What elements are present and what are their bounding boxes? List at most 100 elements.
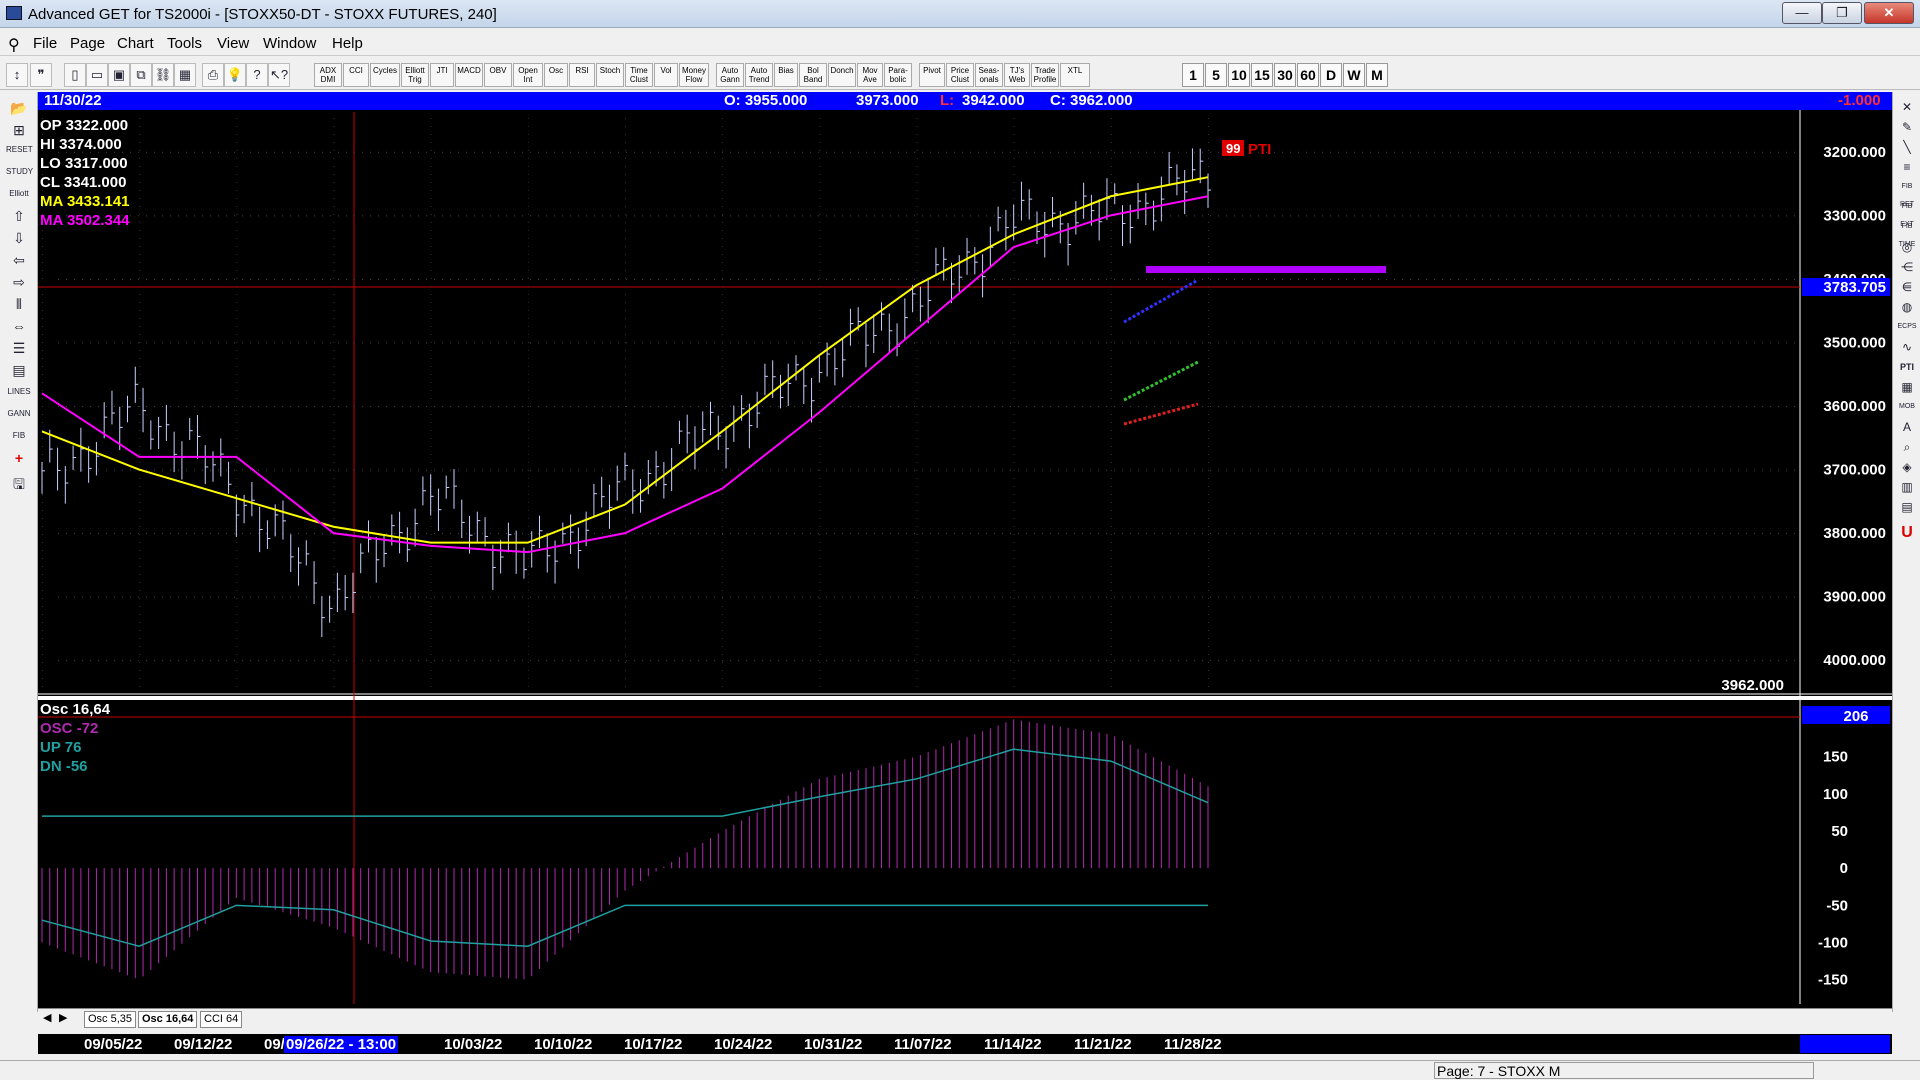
quote-icon[interactable]: ❞ (30, 63, 52, 87)
left-arrow-icon[interactable]: ⇦ (6, 250, 32, 270)
open-icon[interactable]: ▭ (86, 63, 108, 87)
context-help-icon[interactable]: ↖? (268, 63, 290, 87)
calc-icon[interactable]: ▥ (1896, 478, 1918, 496)
up-arrow-icon[interactable]: ⇧ (6, 206, 32, 226)
close-button[interactable]: ✕ (1864, 2, 1914, 24)
interval-button-15[interactable]: 15 (1251, 63, 1273, 87)
toolbar-button-cycles[interactable]: Cycles (370, 63, 400, 87)
toolbar-button-xtl[interactable]: XTL (1060, 63, 1090, 87)
interval-button-5[interactable]: 5 (1205, 63, 1227, 87)
tab-next-icon[interactable]: ▶ (56, 1011, 70, 1028)
toolbar-button-cci[interactable]: CCI (343, 63, 369, 87)
interval-button-w[interactable]: W (1343, 63, 1365, 87)
study-icon[interactable]: STUDY (6, 162, 33, 182)
multiline-icon[interactable]: ≡ (1896, 158, 1918, 176)
toolbar-button-para-bolic[interactable]: Para-bolic (884, 63, 912, 87)
chart-area[interactable]: 11/30/22 O: 3955.000 3973.000 L: 3942.00… (38, 92, 1892, 1012)
toolbar-button-adx-dmi[interactable]: ADX DMI (314, 63, 342, 87)
table-icon[interactable]: ▤ (6, 360, 32, 380)
tab-osc-5-35[interactable]: Osc 5,35 (84, 1011, 137, 1028)
wave-icon[interactable]: ∿ (1896, 338, 1918, 356)
toolbar-button-donch[interactable]: Donch (828, 63, 856, 87)
toolbar-button-seas-onals[interactable]: Seas-onals (975, 63, 1003, 87)
menu-view[interactable]: View (217, 35, 249, 52)
toolbar-button-open-int[interactable]: Open Int (513, 63, 543, 87)
toolbar-button-auto-trend[interactable]: Auto Trend (745, 63, 773, 87)
down-arrow-icon[interactable]: ⇩ (6, 228, 32, 248)
toolbar-button-rsi[interactable]: RSI (569, 63, 595, 87)
toolbar-button-elliott-trig[interactable]: Elliott Trig (401, 63, 429, 87)
toolbar-button-price-clust[interactable]: Price Clust (946, 63, 974, 87)
fib-icon[interactable]: FIB (6, 426, 32, 446)
interval-button-30[interactable]: 30 (1274, 63, 1296, 87)
help-icon[interactable]: ? (246, 63, 268, 87)
toolbar-button-osc[interactable]: Osc (544, 63, 568, 87)
toolbar-button-auto-gann[interactable]: Auto Gann (716, 63, 744, 87)
idea-icon[interactable]: 💡 (224, 63, 246, 87)
grid-icon[interactable]: ▦ (174, 63, 196, 87)
ellipse-tool-icon[interactable]: ◍ (1896, 298, 1918, 316)
minimize-button[interactable]: — (1782, 2, 1822, 24)
print-icon[interactable]: ⎙ (202, 63, 224, 87)
toolbar-button-stoch[interactable]: Stoch (596, 63, 624, 87)
menu-chart[interactable]: Chart (117, 35, 154, 52)
book-icon[interactable]: ▤ (1896, 498, 1918, 516)
toolbar-button-time-clust[interactable]: Time Clust (625, 63, 653, 87)
link-icon[interactable]: ⛓ (152, 63, 174, 87)
magnet-icon[interactable]: U (1896, 524, 1918, 542)
pti-icon[interactable]: PTI (1896, 358, 1918, 376)
new-page-icon[interactable]: ▯ (64, 63, 86, 87)
interval-button-1[interactable]: 1 (1182, 63, 1204, 87)
open-file-icon[interactable]: 📂 (6, 98, 32, 118)
toolbar-button-jti[interactable]: JTI (430, 63, 454, 87)
tab-cci-64[interactable]: CCI 64 (200, 1011, 243, 1028)
elliott-icon[interactable]: Elliott (6, 184, 32, 204)
zoom-icon[interactable]: ⇔ (6, 316, 32, 336)
toolbar-button-trade-profile[interactable]: Trade Profile (1031, 63, 1059, 87)
interval-button-10[interactable]: 10 (1228, 63, 1250, 87)
mob-icon[interactable]: MOB (1896, 398, 1918, 416)
magnify-icon[interactable]: ⌕ (1896, 438, 1918, 456)
close-tool-icon[interactable]: ✕ (1896, 98, 1918, 116)
channel-icon[interactable]: ⋹ (1896, 278, 1918, 296)
circle-tool-icon[interactable]: ◎ (1896, 238, 1918, 256)
toolbar-button-bias[interactable]: Bias (774, 63, 798, 87)
fib-ext-icon[interactable]: FIB EXT (1896, 198, 1918, 228)
copy-icon[interactable]: ⧉ (130, 63, 152, 87)
fib-time-icon[interactable]: FIB TIME (1896, 218, 1918, 248)
toolbar-button-macd[interactable]: MACD (455, 63, 483, 87)
line-tool-icon[interactable]: ╲ (1896, 138, 1918, 156)
save-icon[interactable]: ▣ (108, 63, 130, 87)
toolbar-button-bol-band[interactable]: Bol Band (799, 63, 827, 87)
right-arrow-icon[interactable]: ⇨ (6, 272, 32, 292)
bars-icon[interactable]: ⫴ (6, 294, 32, 314)
fan-icon[interactable]: ⋲ (1896, 258, 1918, 276)
toolbar-button-tj-s-web[interactable]: TJ's Web (1004, 63, 1030, 87)
toolbar-button-obv[interactable]: OBV (484, 63, 512, 87)
crosshair-icon[interactable]: + (6, 448, 32, 468)
interval-button-d[interactable]: D (1320, 63, 1342, 87)
toolbar-button-money-flow[interactable]: Money Flow (679, 63, 709, 87)
pointer-icon[interactable]: ↕ (6, 63, 28, 87)
interval-button-60[interactable]: 60 (1297, 63, 1319, 87)
reset-icon[interactable]: RESET (6, 140, 33, 160)
pen-icon[interactable]: ✎ (1896, 118, 1918, 136)
fib-ret-icon[interactable]: FIB RET (1896, 178, 1918, 208)
tab-osc-16-64[interactable]: Osc 16,64 (138, 1011, 198, 1028)
lines-icon[interactable]: LINES (6, 382, 32, 402)
list-icon[interactable]: ☰ (6, 338, 32, 358)
tab-prev-icon[interactable]: ◀ (40, 1011, 54, 1028)
interval-button-m[interactable]: M (1366, 63, 1388, 87)
paint-icon[interactable]: ◈ (1896, 458, 1918, 476)
menu-file[interactable]: File (33, 35, 57, 52)
ecps-icon[interactable]: ECPS (1896, 318, 1918, 336)
menu-page[interactable]: Page (70, 35, 105, 52)
menu-tools[interactable]: Tools (167, 35, 202, 52)
toolbar-button-mov-ave[interactable]: Mov Ave (857, 63, 883, 87)
layout-icon[interactable]: ⊞ (6, 120, 32, 140)
menu-window[interactable]: Window (263, 35, 316, 52)
toolbar-button-pivot[interactable]: Pivot (919, 63, 945, 87)
disk-icon[interactable]: 🖫 (6, 474, 32, 494)
gann-icon[interactable]: GANN (6, 404, 32, 424)
menu-help[interactable]: Help (332, 35, 363, 52)
